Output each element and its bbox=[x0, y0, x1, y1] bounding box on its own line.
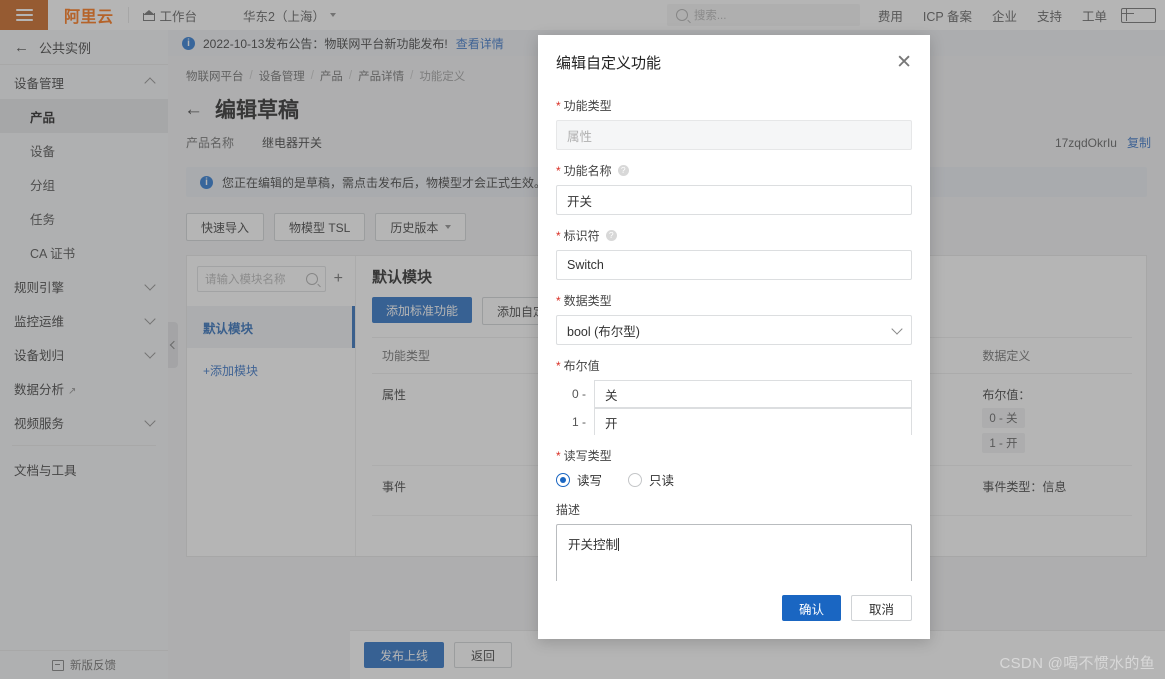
help-icon[interactable]: ? bbox=[617, 165, 629, 176]
close-icon[interactable]: ✕ bbox=[896, 53, 912, 72]
func-name-label-text: 功能名称 bbox=[563, 164, 612, 178]
rw-type-label-text: 读写类型 bbox=[563, 449, 612, 463]
identifier-label-text: 标识符 bbox=[563, 229, 600, 243]
bool-value-input-1[interactable]: 开 bbox=[594, 408, 912, 435]
bool-key-0: 0 - bbox=[571, 387, 586, 401]
required-mark: * bbox=[556, 98, 561, 113]
edit-custom-function-dialog: 编辑自定义功能 ✕ * 功能类型 属性 * 功能名称 ? 开关 * 标识符 ? … bbox=[538, 35, 930, 639]
description-value: 开关控制 bbox=[568, 538, 619, 552]
identifier-input[interactable]: Switch bbox=[556, 250, 912, 280]
dialog-title: 编辑自定义功能 bbox=[556, 55, 662, 72]
description-label: 描述 bbox=[556, 501, 912, 518]
required-mark: * bbox=[556, 358, 561, 373]
required-mark: * bbox=[556, 228, 561, 243]
required-mark: * bbox=[556, 163, 561, 178]
func-type-label-text: 功能类型 bbox=[563, 99, 612, 113]
bool-values-label-text: 布尔值 bbox=[563, 359, 600, 373]
identifier-label: * 标识符 ? bbox=[556, 227, 912, 244]
chevron-down-icon bbox=[891, 322, 903, 335]
bool-values-label: * 布尔值 bbox=[556, 357, 912, 374]
bool-value-1: 开 bbox=[605, 416, 618, 431]
data-type-select[interactable]: bool (布尔型) bbox=[556, 315, 912, 345]
identifier-value: Switch bbox=[567, 258, 604, 272]
required-mark: * bbox=[556, 293, 561, 308]
bool-key-1: 1 - bbox=[571, 414, 586, 429]
description-text-wrap: 开关控制 bbox=[557, 525, 911, 562]
func-name-label: * 功能名称 ? bbox=[556, 162, 912, 179]
bool-value-input-0[interactable]: 关 bbox=[594, 380, 912, 408]
bool-row-1: 1 - 开 bbox=[556, 408, 912, 435]
required-mark: * bbox=[556, 448, 561, 463]
description-textarea[interactable]: 开关控制 4/100 bbox=[556, 524, 912, 581]
bool-values-group: 0 - 关 1 - 开 bbox=[556, 380, 912, 435]
radio-readonly-label: 只读 bbox=[649, 474, 675, 488]
func-type-field: 属性 bbox=[556, 120, 912, 150]
data-type-label: * 数据类型 bbox=[556, 292, 912, 309]
data-type-value: bool (布尔型) bbox=[567, 324, 640, 339]
description-label-text: 描述 bbox=[556, 503, 581, 517]
dialog-footer: 确认 取消 bbox=[538, 581, 930, 639]
dialog-body: * 功能类型 属性 * 功能名称 ? 开关 * 标识符 ? Switch * 数… bbox=[538, 77, 930, 581]
bool-value-0: 关 bbox=[605, 388, 618, 403]
cancel-button[interactable]: 取消 bbox=[850, 595, 912, 621]
watermark: CSDN @喝不惯水的鱼 bbox=[999, 655, 1155, 672]
rw-type-label: * 读写类型 bbox=[556, 447, 912, 464]
radio-selected-icon bbox=[556, 472, 570, 487]
help-icon[interactable]: ? bbox=[605, 230, 617, 241]
func-type-value: 属性 bbox=[567, 129, 593, 144]
dialog-header: 编辑自定义功能 ✕ bbox=[538, 35, 930, 77]
rw-type-radio-group: 读写 只读 bbox=[556, 470, 912, 489]
radio-readonly[interactable]: 只读 bbox=[628, 470, 674, 489]
radio-readwrite[interactable]: 读写 bbox=[556, 470, 602, 489]
text-cursor bbox=[618, 538, 620, 551]
radio-readwrite-label: 读写 bbox=[577, 474, 603, 488]
radio-unselected-icon bbox=[628, 472, 643, 487]
func-name-value: 开关 bbox=[567, 194, 593, 209]
func-type-label: * 功能类型 bbox=[556, 97, 912, 114]
bool-row-0: 0 - 关 bbox=[556, 380, 912, 408]
confirm-button[interactable]: 确认 bbox=[781, 595, 841, 621]
data-type-label-text: 数据类型 bbox=[563, 294, 612, 308]
func-name-input[interactable]: 开关 bbox=[556, 185, 912, 215]
